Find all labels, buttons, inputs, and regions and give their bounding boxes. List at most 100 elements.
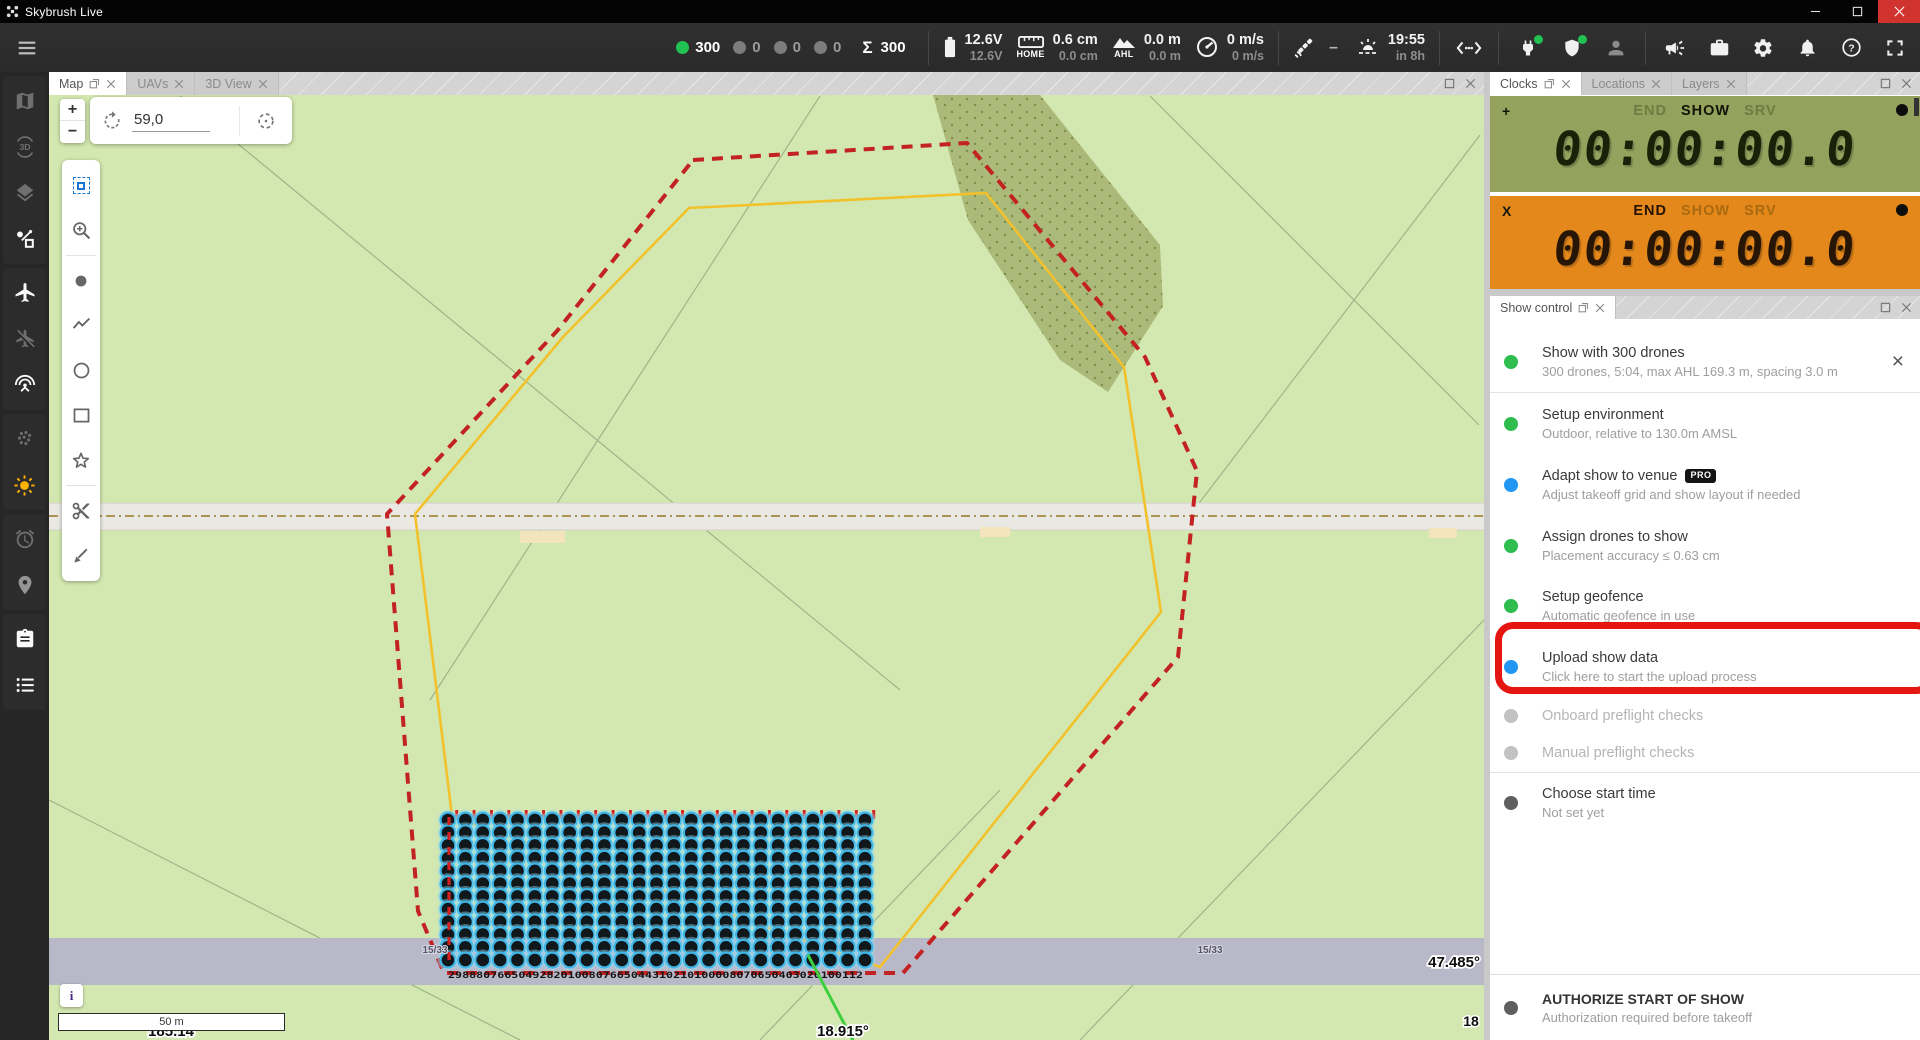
authorize-start-button[interactable]: AUTHORIZE START OF SHOW Authorization re…	[1490, 974, 1920, 1040]
sidebar-item-map[interactable]	[3, 78, 46, 124]
popout-icon[interactable]	[1578, 302, 1589, 313]
tab-show-control[interactable]: Show control	[1490, 296, 1616, 319]
maximize-panel-icon[interactable]	[1880, 302, 1891, 313]
fullscreen-button[interactable]	[1880, 33, 1910, 63]
notifications-button[interactable]	[1792, 33, 1822, 63]
sidebar-item-show[interactable]	[3, 216, 46, 262]
console-icon[interactable]	[1454, 33, 1484, 63]
sidebar-item-log[interactable]	[3, 662, 46, 708]
tab-map[interactable]: Map	[49, 72, 127, 95]
sidebar-item-clocks[interactable]	[3, 516, 46, 562]
draw-point-tool-button[interactable]	[62, 258, 100, 303]
sidebar-item-lights[interactable]	[3, 462, 46, 508]
sidebar-item-3d-view[interactable]: 3D	[3, 124, 46, 170]
step-subtitle: Not set yet	[1542, 805, 1904, 820]
clock-status-dot	[1896, 204, 1908, 216]
show-step-upload-show-data[interactable]: Upload show dataClick here to start the …	[1490, 635, 1920, 699]
step-title: Setup geofence	[1542, 589, 1644, 605]
show-step-assign-drones-to-show[interactable]: Assign drones to showPlacement accuracy …	[1490, 515, 1920, 576]
home-label: HOME	[1016, 50, 1044, 59]
rtk-antenna-icon	[14, 374, 36, 396]
maximize-panel-icon[interactable]	[1444, 78, 1455, 89]
server-connection-button[interactable]	[1513, 33, 1543, 63]
close-tab-icon[interactable]	[1726, 79, 1736, 89]
map-info-button[interactable]: i	[60, 984, 83, 1007]
sidebar-item-uavs[interactable]	[3, 270, 46, 316]
map-canvas[interactable]: 2988807665049282010080766504431021010000…	[49, 95, 1484, 1040]
tab-locations[interactable]: Locations	[1582, 72, 1673, 95]
minimize-button[interactable]	[1794, 0, 1836, 23]
toolbox-button[interactable]	[1704, 33, 1734, 63]
fit-view-button[interactable]	[240, 110, 292, 132]
help-button[interactable]: ?	[1836, 33, 1866, 63]
select-tool-button[interactable]	[62, 163, 100, 208]
show-step-manual-preflight-checks: Manual preflight checks	[1490, 733, 1920, 772]
draw-star-tool-button[interactable]	[62, 438, 100, 483]
user-account-button[interactable]	[1601, 33, 1631, 63]
drone-status-counts: 300 0 0 0 Σ300	[676, 38, 909, 58]
close-panel-icon[interactable]	[1901, 302, 1912, 313]
tab-clocks[interactable]: Clocks	[1490, 72, 1582, 95]
hamburger-menu-button[interactable]	[10, 31, 44, 65]
sidebar-item-layers[interactable]	[3, 170, 46, 216]
popout-icon[interactable]	[1544, 78, 1555, 89]
zoom-in-button[interactable]: +	[60, 99, 85, 121]
sidebar-item-beacons[interactable]	[3, 416, 46, 462]
clocks-tabbar: Clocks Locations Layers	[1490, 72, 1920, 95]
tab-layers[interactable]: Layers	[1672, 72, 1747, 95]
close-tab-icon[interactable]	[1595, 303, 1605, 313]
draw-rectangle-tool-button[interactable]	[62, 393, 100, 438]
close-panel-icon[interactable]	[1465, 78, 1476, 89]
close-panel-icon[interactable]	[1901, 78, 1912, 89]
cut-hole-tool-button[interactable]	[62, 488, 100, 533]
scrollbar-thumb[interactable]	[1914, 98, 1919, 116]
maximize-button[interactable]	[1836, 0, 1878, 23]
sunset-icon	[1356, 35, 1380, 59]
show-route-icon	[14, 228, 36, 250]
dismiss-step-icon[interactable]: ×	[1892, 350, 1904, 374]
map-scale-bar: 50 m	[58, 1013, 285, 1031]
close-button[interactable]	[1878, 0, 1920, 23]
show-control-tabbar: Show control	[1490, 296, 1920, 319]
close-tab-icon[interactable]	[258, 79, 268, 89]
draw-circle-tool-button[interactable]	[62, 348, 100, 393]
show-step-setup-environment[interactable]: Setup environmentOutdoor, relative to 13…	[1490, 393, 1920, 454]
edit-feature-tool-button[interactable]	[62, 533, 100, 578]
reset-rotation-icon[interactable]	[102, 111, 122, 131]
speedometer-icon	[1195, 35, 1219, 59]
settings-button[interactable]	[1748, 33, 1778, 63]
tab-uavs[interactable]: UAVs	[127, 72, 195, 95]
clock-time-display: 00:00:00.0	[1487, 122, 1920, 177]
show-step-setup-geofence[interactable]: Setup geofenceAutomatic geofence in use	[1490, 576, 1920, 635]
broadcast-button[interactable]	[1660, 33, 1690, 63]
close-tab-icon[interactable]	[1651, 79, 1661, 89]
show-step-adapt-show-to-venue[interactable]: Adapt show to venuePROAdjust takeoff gri…	[1490, 454, 1920, 515]
count-gone: 0	[814, 39, 841, 56]
daylight-status: 19:55in 8h	[1356, 32, 1425, 63]
zoom-out-button[interactable]: −	[60, 121, 85, 143]
popout-icon[interactable]	[89, 78, 100, 89]
altitude-status: AHL 0.0 m0.0 m	[1112, 32, 1181, 63]
draw-path-tool-button[interactable]	[62, 303, 100, 348]
close-tab-icon[interactable]	[106, 79, 116, 89]
close-tab-icon[interactable]	[174, 79, 184, 89]
drone-takeoff-grid[interactable]	[439, 810, 875, 969]
step-title: Setup environment	[1542, 407, 1664, 423]
maximize-panel-icon[interactable]	[1880, 78, 1891, 89]
show-step-choose-start-time[interactable]: Choose start timeNot set yet	[1490, 772, 1920, 833]
sidebar-item-rtk[interactable]	[3, 362, 46, 408]
show-step-onboard-preflight-checks: Onboard preflight checks	[1490, 699, 1920, 733]
safety-shield-button[interactable]	[1557, 33, 1587, 63]
tab-3d-view[interactable]: 3D View	[195, 72, 278, 95]
safety-ok-badge	[1578, 35, 1587, 44]
sidebar-item-show-control[interactable]	[3, 616, 46, 662]
zoom-tool-button[interactable]	[62, 208, 100, 253]
help-icon: ?	[1841, 37, 1862, 58]
sidebar-item-uavs-off[interactable]	[3, 316, 46, 362]
show-step-show-with-300-drones[interactable]: Show with 300 drones300 drones, 5:04, ma…	[1490, 331, 1920, 393]
sidebar-item-locations[interactable]	[3, 562, 46, 608]
bearing-label-bottom: 18.915°	[817, 1023, 869, 1040]
close-tab-icon[interactable]	[1561, 79, 1571, 89]
rotation-input[interactable]: 59,0	[132, 109, 210, 132]
status-dot	[1504, 539, 1518, 553]
